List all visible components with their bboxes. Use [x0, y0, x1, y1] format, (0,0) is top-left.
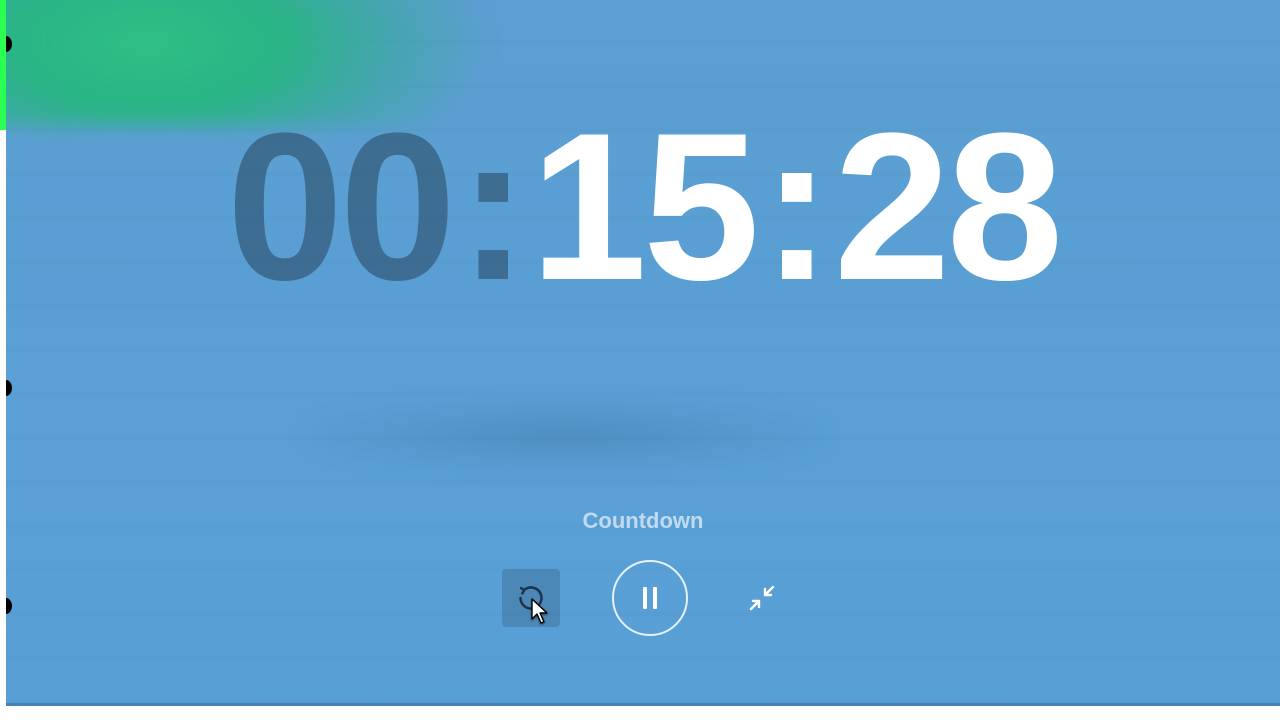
timer-sep2: :: [756, 102, 834, 312]
edge-artifact: [6, 36, 12, 52]
timer-seconds: 28: [834, 102, 1060, 312]
timer-label: Countdown: [6, 508, 1280, 534]
controls-row: [502, 560, 784, 636]
background-smear: [306, 400, 826, 470]
timer-hours: 00: [227, 102, 453, 312]
edge-artifact: [6, 380, 12, 396]
pause-icon: [639, 585, 661, 611]
background-blur-overlay: [6, 0, 546, 126]
collapse-icon: [747, 583, 777, 613]
timer-minutes: 15: [530, 102, 756, 312]
reset-button[interactable]: [502, 569, 560, 627]
timer-app: 00 : 15 : 28 Countdown: [6, 0, 1280, 706]
edge-artifact: [6, 598, 12, 614]
timer-sep1: :: [452, 102, 530, 312]
window-bottom-shadow: [6, 703, 1280, 706]
reset-icon: [517, 584, 545, 612]
pause-button[interactable]: [612, 560, 688, 636]
timer-display: 00 : 15 : 28: [6, 102, 1280, 312]
exit-fullscreen-button[interactable]: [740, 576, 784, 620]
